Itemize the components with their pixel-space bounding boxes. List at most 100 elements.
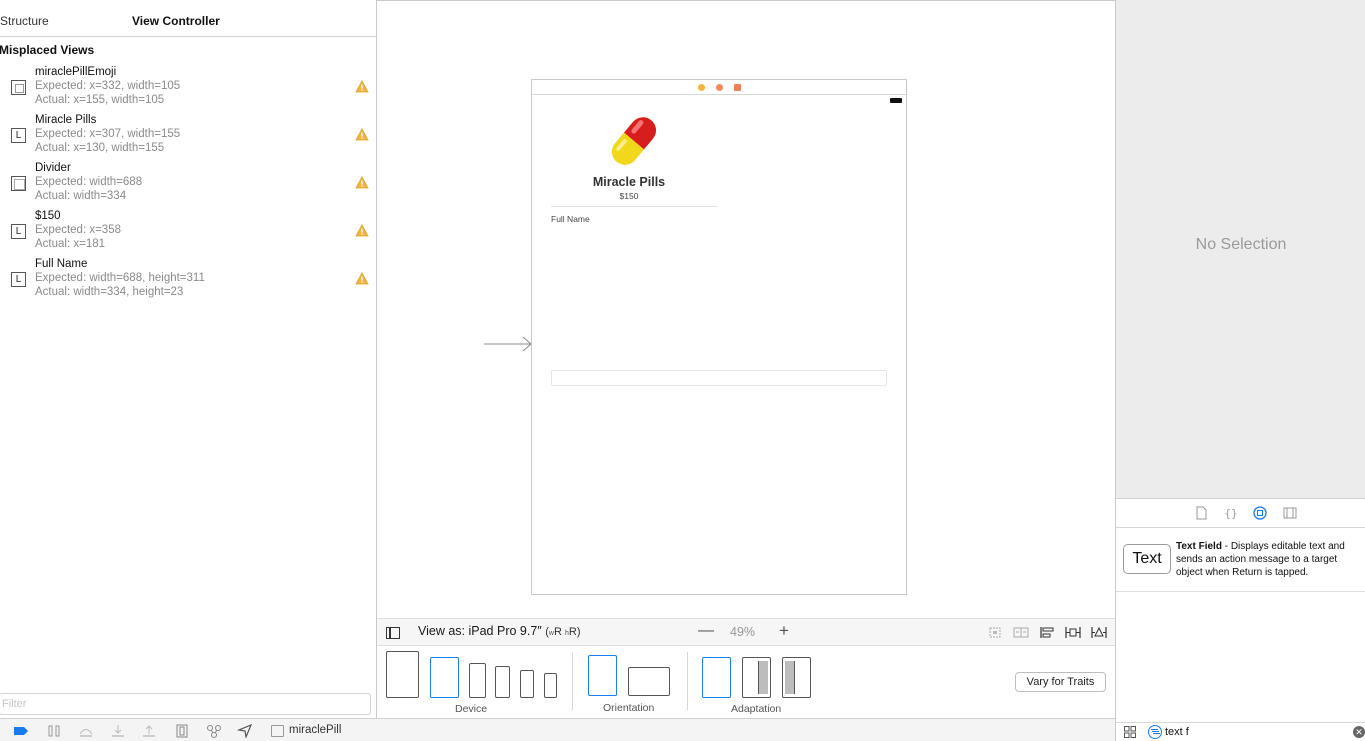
- storyboard-canvas[interactable]: Miracle Pills $150 Full Name: [377, 0, 1115, 618]
- step-over-icon[interactable]: [78, 724, 94, 738]
- scene-divider[interactable]: [551, 206, 717, 207]
- issue-actual: Actual: x=155, width=105: [35, 94, 165, 106]
- label-icon: L: [11, 128, 26, 143]
- zoom-out-button[interactable]: —: [697, 622, 715, 640]
- library-search[interactable]: [1148, 724, 1348, 740]
- breakpoint-icon[interactable]: [13, 724, 29, 738]
- media-library-icon[interactable]: [1283, 506, 1297, 520]
- svg-text:{}: {}: [1224, 507, 1237, 520]
- orientation-label: Orientation: [603, 702, 655, 714]
- device-iphone-4s-icon[interactable]: [544, 673, 557, 698]
- view-controller-scene[interactable]: Miracle Pills $150 Full Name: [531, 79, 907, 595]
- tab-view-controller[interactable]: View Controller: [132, 14, 220, 28]
- device-iphone-7-plus-icon[interactable]: [469, 663, 486, 698]
- filter-field[interactable]: [0, 693, 371, 715]
- battery-icon: [890, 98, 902, 103]
- orientation-landscape-icon[interactable]: [628, 667, 670, 696]
- adaptation-half-icon[interactable]: [782, 657, 811, 698]
- first-responder-icon[interactable]: [716, 84, 723, 91]
- canvas-toolbar: View as: iPad Pro 9.7″ (wR hR) — 49% +: [377, 618, 1115, 646]
- warning-icon[interactable]: [355, 272, 369, 285]
- issue-actual: Actual: x=130, width=155: [35, 142, 165, 154]
- issue-item[interactable]: Divider Expected: width=688 Actual: widt…: [0, 162, 376, 208]
- scene-full-name-label[interactable]: Full Name: [551, 214, 590, 224]
- update-frames-icon[interactable]: [987, 626, 1003, 639]
- trait-w-class: R: [553, 626, 562, 638]
- adaptation-full-icon[interactable]: [702, 657, 731, 698]
- step-into-icon[interactable]: [110, 724, 126, 738]
- clear-search-icon[interactable]: ✕: [1353, 726, 1365, 738]
- document-outline-toggle-icon[interactable]: [386, 627, 400, 639]
- view-icon: [11, 176, 26, 191]
- issue-expected: Expected: x=358: [35, 224, 121, 236]
- device-label: Device: [455, 703, 488, 715]
- device-iphone-se-icon[interactable]: [520, 670, 534, 698]
- issue-navigator-tabs: Structure View Controller: [0, 0, 376, 37]
- issue-expected: Expected: width=688: [35, 176, 143, 188]
- object-library-icon[interactable]: [1253, 506, 1267, 520]
- view-debugger-icon[interactable]: [174, 724, 190, 738]
- view-as-label[interactable]: View as: iPad Pro 9.7″ (wR hR): [418, 624, 580, 638]
- code-snippet-library-icon[interactable]: {}: [1224, 506, 1238, 520]
- image-view-icon: [11, 80, 26, 95]
- size-class-traits: (wR hR): [545, 626, 581, 638]
- embed-in-stack-icon[interactable]: [1013, 626, 1029, 639]
- filter-input[interactable]: [0, 694, 370, 714]
- zoom-in-button[interactable]: +: [775, 621, 793, 641]
- adaptation-label: Adaptation: [731, 703, 782, 715]
- device-ipad-pro-9-icon[interactable]: [430, 657, 459, 698]
- app-target-icon: [271, 725, 284, 737]
- add-constraints-icon[interactable]: [1065, 626, 1081, 639]
- issue-actual: Actual: width=334: [35, 190, 127, 202]
- library-search-input[interactable]: [1165, 724, 1335, 740]
- grid-view-icon[interactable]: [1124, 726, 1136, 738]
- zoom-level: 49%: [730, 625, 756, 639]
- issue-name: Divider: [35, 162, 71, 174]
- library-item-text-field[interactable]: Text Text Field - Displays editable text…: [1116, 528, 1365, 592]
- vary-for-traits-button[interactable]: Vary for Traits: [1015, 672, 1106, 692]
- config-separator: [687, 652, 688, 710]
- issue-item[interactable]: miraclePillEmoji Expected: x=332, width=…: [0, 66, 376, 112]
- issue-item[interactable]: L $150 Expected: x=358 Actual: x=181: [0, 210, 376, 256]
- location-simulation-icon[interactable]: [237, 724, 253, 738]
- config-separator: [572, 652, 573, 710]
- issue-actual: Actual: x=181: [35, 238, 106, 250]
- warning-icon[interactable]: [355, 176, 369, 189]
- warning-icon[interactable]: [355, 80, 369, 93]
- label-icon: L: [11, 224, 26, 239]
- scene-text-field[interactable]: [551, 370, 887, 386]
- misplaced-views-heading: Misplaced Views: [0, 43, 95, 57]
- pause-icon[interactable]: [46, 724, 62, 738]
- no-selection-label: No Selection: [1195, 236, 1287, 253]
- view-as-device: View as: iPad Pro 9.7″: [418, 624, 542, 638]
- issue-navigator-panel: Structure View Controller Misplaced View…: [0, 0, 377, 718]
- adaptation-two-thirds-icon[interactable]: [742, 657, 771, 698]
- scene-title-label[interactable]: Miracle Pills: [532, 175, 726, 189]
- issue-item[interactable]: L Full Name Expected: width=688, height=…: [0, 258, 376, 304]
- scene-price-label[interactable]: $150: [532, 191, 726, 201]
- text-field-preview-icon: Text: [1123, 544, 1171, 574]
- pill-emoji-image[interactable]: [606, 112, 662, 170]
- warning-icon[interactable]: [355, 224, 369, 237]
- device-iphone-7-icon[interactable]: [495, 666, 510, 698]
- issue-actual: Actual: width=334, height=23: [35, 286, 184, 298]
- tab-structure[interactable]: Structure: [0, 14, 49, 28]
- resolve-auto-layout-issues-icon[interactable]: [1091, 626, 1107, 639]
- memory-graph-icon[interactable]: [206, 724, 222, 738]
- entry-point-arrow-icon[interactable]: [483, 335, 533, 353]
- device-ipad-pro-12-icon[interactable]: [386, 651, 419, 698]
- device-configuration-bar: Device Orientation Adaptation Vary for T…: [377, 646, 1115, 718]
- library-item-title: Text Field: [1176, 541, 1222, 552]
- view-controller-icon[interactable]: [698, 84, 705, 91]
- issue-name: $150: [35, 210, 61, 222]
- issue-expected: Expected: width=688, height=311: [35, 272, 205, 284]
- trait-h-class: R: [568, 626, 577, 638]
- align-icon[interactable]: [1039, 626, 1055, 639]
- step-out-icon[interactable]: [141, 724, 157, 738]
- inspector-area: No Selection: [1116, 0, 1365, 499]
- orientation-portrait-icon[interactable]: [588, 655, 617, 696]
- issue-item[interactable]: L Miracle Pills Expected: x=307, width=1…: [0, 114, 376, 160]
- file-template-library-icon[interactable]: [1194, 506, 1208, 520]
- warning-icon[interactable]: [355, 128, 369, 141]
- exit-icon[interactable]: [734, 84, 741, 91]
